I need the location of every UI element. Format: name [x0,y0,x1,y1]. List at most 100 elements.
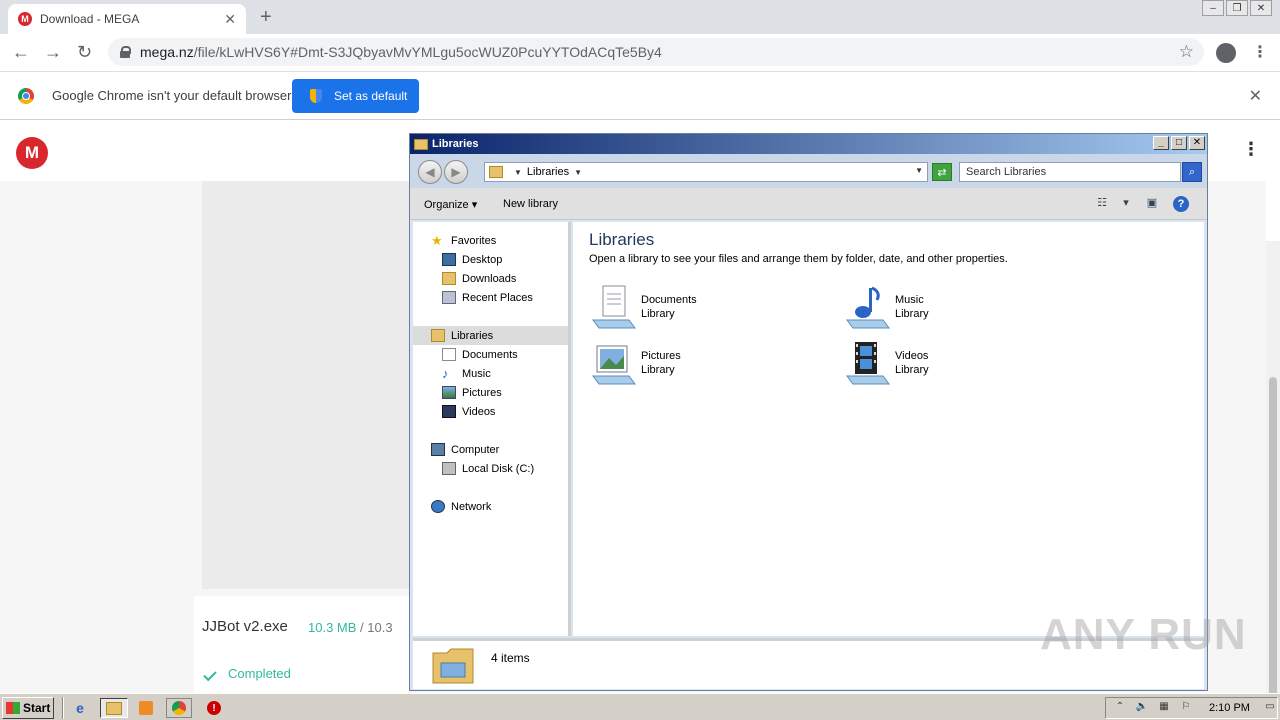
show-desktop-icon[interactable]: ▭ [1262,701,1278,715]
nav-downloads-label: Downloads [462,272,517,285]
system-tray: ⌃ 🔈 ▦ ⚐ 2:10 PM ▭ [1105,697,1278,719]
nav-videos[interactable]: Videos [442,405,495,418]
volume-icon[interactable]: 🔈 [1134,701,1150,715]
nav-computer[interactable]: Computer [431,443,499,456]
explorer-forward-icon[interactable]: ▶ [444,160,468,184]
organize-label: Organize [424,199,469,211]
downloads-icon [442,272,456,285]
nav-pictures[interactable]: Pictures [442,386,502,399]
network-tray-icon[interactable]: ▦ [1156,701,1172,715]
pictures-icon [442,386,456,399]
anyrun-watermark: ANY RUN [1040,610,1247,659]
stop-icon[interactable]: ! [204,698,224,718]
breadcrumb-caret-icon[interactable]: ▼ [574,168,582,177]
explorer-back-icon[interactable]: ◀ [418,160,442,184]
search-icon[interactable]: ⌕ [1182,162,1202,182]
address-crumb-libraries[interactable]: Libraries [527,166,569,178]
tab-close-icon[interactable]: ✕ [224,11,236,28]
explorer-address-bar: ◀ ▶ ▼ Libraries ▼ ▼ ⇄ Search Libraries ⌕ [410,154,1207,188]
page-scrollbar[interactable] [1266,241,1280,720]
show-hidden-icons-icon[interactable]: ⌃ [1112,701,1128,715]
nav-libraries[interactable]: Libraries [413,326,568,345]
browser-toolbar: ← → ↻ mega.nz/file/kLwHVS6Y#Dmt-S3JQbyav… [0,34,1280,72]
profile-avatar-icon[interactable] [1216,43,1236,63]
file-info-card: JJBot v2.exe 10.3 MB / 10.3 Completed [194,596,410,693]
local-disk-icon [442,462,456,475]
nav-local-disk-label: Local Disk (C:) [462,462,535,475]
forward-arrow-icon[interactable]: → [44,42,62,63]
nav-downloads[interactable]: Downloads [442,272,516,285]
desktop-icon [442,253,456,266]
change-view-icon[interactable]: ☷ [1094,196,1110,212]
nav-local-disk[interactable]: Local Disk (C:) [442,462,534,475]
nav-favorites[interactable]: ★ Favorites [431,234,496,247]
explorer-maximize-button[interactable]: □ [1171,136,1187,150]
documents-icon [442,348,456,361]
nav-music[interactable]: ♪ Music [442,367,491,380]
chrome-taskbar-icon[interactable] [166,698,192,718]
media-player-icon[interactable] [136,698,156,718]
preview-pane-icon[interactable]: ▣ [1144,196,1160,212]
browser-menu-icon[interactable]: ⋮ [1252,42,1268,62]
uac-shield-icon [310,89,322,103]
libraries-icon [431,329,445,342]
back-arrow-icon[interactable]: ← [12,42,30,63]
library-name: Videos [895,350,929,362]
bookmark-star-icon[interactable]: ☆ [1179,42,1194,62]
new-tab-button[interactable]: + [260,6,272,29]
mega-menu-icon[interactable]: ⋮ [1242,139,1260,160]
chrome-icon [172,701,186,715]
tab-mega-download[interactable]: M Download - MEGA ✕ [8,4,246,34]
explorer-titlebar[interactable]: Libraries _ □ ✕ [410,134,1207,154]
organize-menu[interactable]: Organize ▾ [424,198,477,211]
url-text: mega.nz/file/kLwHVS6Y#Dmt-S3JQbyavMvYMLg… [140,44,662,60]
explorer-close-button[interactable]: ✕ [1189,136,1205,150]
close-button[interactable]: ✕ [1250,0,1272,16]
address-dropdown-icon[interactable]: ▼ [915,166,923,175]
library-videos[interactable]: Videos Library [843,340,1083,388]
internet-explorer-icon[interactable]: e [70,698,90,718]
lock-icon[interactable] [120,46,131,58]
red-alert-icon: ! [207,701,221,715]
infobar-close-icon[interactable]: ✕ [1249,86,1262,106]
view-dropdown-icon[interactable]: ▾ [1118,196,1134,212]
new-library-button[interactable]: New library [503,198,558,210]
help-icon[interactable]: ? [1173,196,1189,212]
minimize-button[interactable]: – [1202,0,1224,16]
library-documents[interactable]: Documents Library [589,284,829,332]
start-button[interactable]: Start [2,697,54,719]
set-as-default-button[interactable]: Set as default [292,79,419,113]
explorer-window-controls: _ □ ✕ [1153,136,1205,150]
nav-documents[interactable]: Documents [442,348,518,361]
search-libraries-input[interactable]: Search Libraries [959,162,1181,182]
explorer-minimize-button[interactable]: _ [1153,136,1169,150]
size-total: 10.3 [367,620,393,635]
libraries-description: Open a library to see your files and arr… [589,253,1008,265]
explorer-address-box[interactable]: ▼ Libraries ▼ ▼ [484,162,928,182]
breadcrumb-caret-icon[interactable]: ▼ [514,168,522,177]
reload-icon[interactable]: ↻ [77,42,92,63]
nav-desktop[interactable]: Desktop [442,253,502,266]
refresh-icon[interactable]: ⇄ [932,163,952,181]
item-count: 4 items [491,651,530,665]
file-name: JJBot v2.exe [202,618,288,635]
library-pictures[interactable]: Pictures Library [589,340,829,388]
library-music[interactable]: Music Library [843,284,1083,332]
size-downloaded: 10.3 MB [308,620,357,635]
page-scroll-thumb[interactable] [1269,377,1277,720]
mega-logo-icon[interactable]: M [16,137,48,169]
explorer-taskbar-icon[interactable] [100,698,128,718]
address-bar[interactable]: mega.nz/file/kLwHVS6Y#Dmt-S3JQbyavMvYMLg… [108,38,1204,66]
nav-network[interactable]: Network [431,500,491,513]
file-size: 10.3 MB / 10.3 [308,620,393,635]
action-center-flag-icon[interactable]: ⚐ [1178,701,1194,715]
nav-recent-places[interactable]: Recent Places [442,291,533,304]
libraries-folder-icon [432,648,474,684]
navigation-pane: ★ Favorites Desktop Downloads Recent Plac… [413,222,571,636]
documents-library-icon [592,285,636,329]
tab-title: Download - MEGA [40,12,140,26]
explorer-title: Libraries [432,138,479,150]
clock[interactable]: 2:10 PM [1209,702,1250,714]
content-pane: Libraries Open a library to see your fil… [573,222,1204,636]
restore-button[interactable]: ❐ [1226,0,1248,16]
